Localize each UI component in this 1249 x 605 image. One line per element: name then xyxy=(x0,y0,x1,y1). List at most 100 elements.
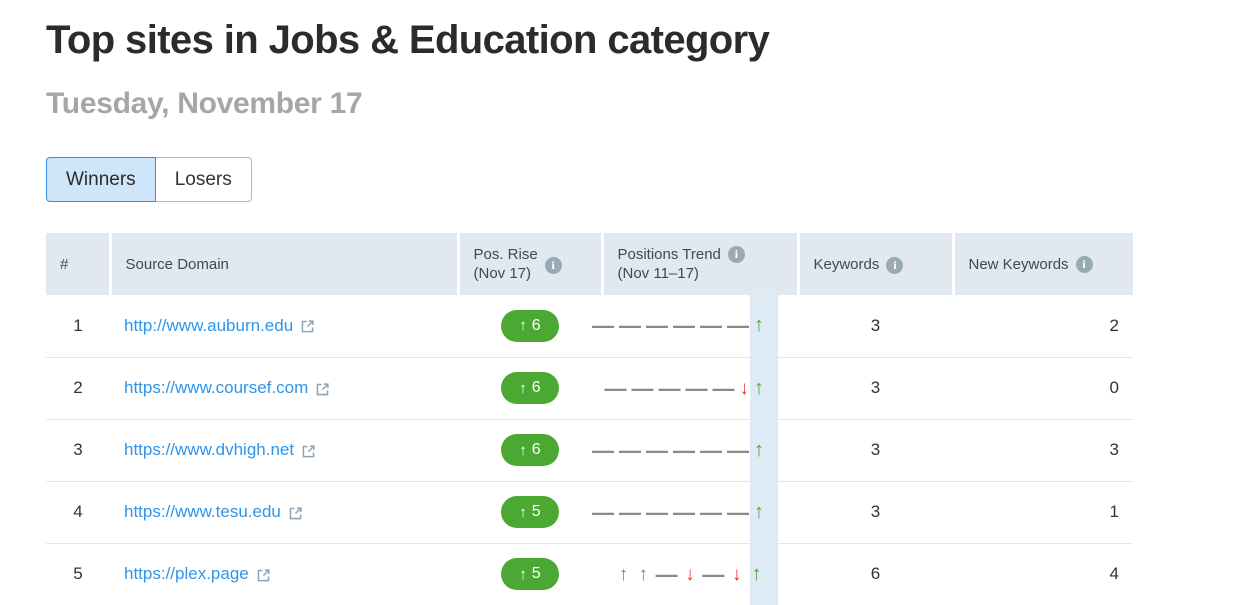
column-header-source-domain[interactable]: Source Domain xyxy=(110,233,458,295)
trend-flat-icon: — xyxy=(673,441,695,460)
trend-arrow-up-icon: ↑ xyxy=(636,565,651,584)
cell-keywords: 3 xyxy=(798,481,953,543)
pos-rise-value: 5 xyxy=(532,566,541,582)
top-sites-table: # Source Domain xyxy=(46,233,1133,605)
trend-flat-icon: — xyxy=(592,441,614,460)
pos-rise-badge: ↑6 xyxy=(501,372,559,404)
cell-pos-rise: ↑6 xyxy=(458,357,602,419)
top-sites-table-container: # Source Domain xyxy=(46,233,1133,605)
column-header-source-domain-label: Source Domain xyxy=(126,255,229,274)
cell-source-domain: https://www.dvhigh.net xyxy=(110,419,458,481)
cell-rank: 4 xyxy=(46,481,110,543)
trend-arrow-up-icon: ↑ xyxy=(754,316,764,335)
trend-flat-icon: — xyxy=(619,503,641,522)
domain-cell: https://www.coursef.com xyxy=(124,378,330,398)
pos-rise-badge: ↑6 xyxy=(501,434,559,466)
arrow-up-icon: ↑ xyxy=(519,318,527,333)
trend-sequence: ↑↑—↓—↓↑ xyxy=(616,544,784,605)
trend-sequence: ——————↑ xyxy=(616,420,784,481)
external-link-icon[interactable] xyxy=(256,568,271,583)
domain-cell: https://www.dvhigh.net xyxy=(124,440,316,460)
trend-flat-icon: — xyxy=(646,441,668,460)
cell-positions-trend: —————↓↑ xyxy=(602,357,798,419)
column-header-new-keywords[interactable]: New Keywords i xyxy=(953,233,1133,295)
report-page: Top sites in Jobs & Education category T… xyxy=(0,0,1249,601)
cell-source-domain: http://www.auburn.edu xyxy=(110,295,458,357)
cell-source-domain: https://www.tesu.edu xyxy=(110,481,458,543)
info-icon-new-keywords[interactable]: i xyxy=(1076,256,1093,273)
column-header-positions-trend[interactable]: Positions Trend (Nov 11–17) i xyxy=(602,233,798,295)
cell-positions-trend: ——————↑ xyxy=(602,419,798,481)
pos-rise-value: 6 xyxy=(532,318,541,334)
column-header-keywords[interactable]: Keywords i xyxy=(798,233,953,295)
tab-winners-label: Winners xyxy=(66,170,136,189)
cell-rank: 2 xyxy=(46,357,110,419)
tab-losers[interactable]: Losers xyxy=(156,157,252,202)
trend-flat-icon: — xyxy=(727,503,749,522)
domain-cell: http://www.auburn.edu xyxy=(124,316,315,336)
column-header-positions-trend-sublabel: (Nov 11–17) xyxy=(618,264,721,283)
trend-arrow-down-icon: ↓ xyxy=(683,565,698,584)
domain-link[interactable]: http://www.auburn.edu xyxy=(124,316,293,336)
cell-rank: 3 xyxy=(46,419,110,481)
cell-keywords: 3 xyxy=(798,295,953,357)
trend-flat-icon: — xyxy=(700,441,722,460)
info-icon-positions-trend[interactable]: i xyxy=(728,246,745,263)
cell-rank: 1 xyxy=(46,295,110,357)
pos-rise-value: 6 xyxy=(532,380,541,396)
trend-flat-icon: — xyxy=(702,565,724,584)
arrow-up-icon: ↑ xyxy=(519,443,527,458)
domain-cell: https://www.tesu.edu xyxy=(124,502,303,522)
cell-pos-rise: ↑5 xyxy=(458,543,602,605)
table-row: 4https://www.tesu.edu↑5——————↑31 xyxy=(46,481,1133,543)
page-subtitle-date: Tuesday, November 17 xyxy=(46,84,362,124)
column-header-pos-rise[interactable]: Pos. Rise (Nov 17) i xyxy=(458,233,602,295)
cell-pos-rise: ↑6 xyxy=(458,419,602,481)
domain-link[interactable]: https://plex.page xyxy=(124,564,249,584)
column-header-rank-label: # xyxy=(60,255,68,274)
trend-flat-icon: — xyxy=(700,316,722,335)
column-header-rank[interactable]: # xyxy=(46,233,110,295)
trend-flat-icon: — xyxy=(727,316,749,335)
external-link-icon[interactable] xyxy=(288,506,303,521)
cell-positions-trend: ↑↑—↓—↓↑ xyxy=(602,543,798,605)
table-row: 5https://plex.page↑5↑↑—↓—↓↑64 xyxy=(46,543,1133,605)
table-body: 1http://www.auburn.edu↑6——————↑322https:… xyxy=(46,295,1133,605)
info-icon-pos-rise[interactable]: i xyxy=(545,257,562,274)
external-link-icon[interactable] xyxy=(300,319,315,334)
column-header-new-keywords-label: New Keywords xyxy=(969,255,1069,274)
cell-positions-trend: ——————↑ xyxy=(602,295,798,357)
tab-winners[interactable]: Winners xyxy=(46,157,156,202)
trend-flat-icon: — xyxy=(686,379,708,398)
trend-flat-icon: — xyxy=(713,379,735,398)
column-header-pos-rise-sublabel: (Nov 17) xyxy=(474,264,538,283)
trend-flat-icon: — xyxy=(673,316,695,335)
trend-flat-icon: — xyxy=(727,441,749,460)
column-header-positions-trend-label: Positions Trend xyxy=(618,245,721,264)
cell-keywords: 3 xyxy=(798,419,953,481)
trend-flat-icon: — xyxy=(592,503,614,522)
table-row: 3https://www.dvhigh.net↑6——————↑33 xyxy=(46,419,1133,481)
external-link-icon[interactable] xyxy=(301,444,316,459)
info-icon-keywords[interactable]: i xyxy=(886,257,903,274)
arrow-up-icon: ↑ xyxy=(519,505,527,520)
domain-link[interactable]: https://www.tesu.edu xyxy=(124,502,281,522)
trend-flat-icon: — xyxy=(619,441,641,460)
trend-arrow-up-icon: ↑ xyxy=(754,379,764,398)
domain-link[interactable]: https://www.dvhigh.net xyxy=(124,440,294,460)
cell-new-keywords: 2 xyxy=(953,295,1133,357)
table-header: # Source Domain xyxy=(46,233,1133,295)
trend-flat-icon: — xyxy=(632,379,654,398)
external-link-icon[interactable] xyxy=(315,382,330,397)
pos-rise-badge: ↑6 xyxy=(501,310,559,342)
arrow-up-icon: ↑ xyxy=(519,381,527,396)
pos-rise-value: 6 xyxy=(532,442,541,458)
trend-arrow-up-icon: ↑ xyxy=(616,565,631,584)
pos-rise-badge: ↑5 xyxy=(501,558,559,590)
pos-rise-value: 5 xyxy=(532,504,541,520)
cell-new-keywords: 3 xyxy=(953,419,1133,481)
winners-losers-tabs: Winners Losers xyxy=(46,157,252,202)
domain-link[interactable]: https://www.coursef.com xyxy=(124,378,308,398)
cell-new-keywords: 1 xyxy=(953,481,1133,543)
cell-pos-rise: ↑5 xyxy=(458,481,602,543)
